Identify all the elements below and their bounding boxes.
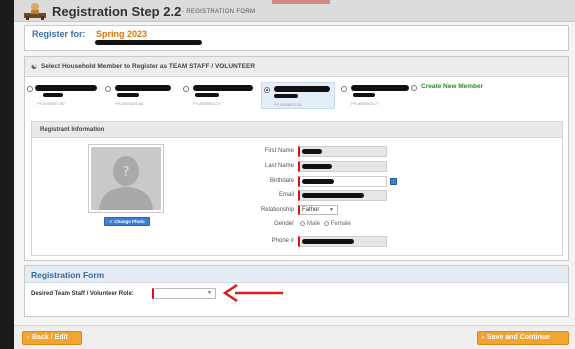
redacted-birthdate — [302, 179, 334, 184]
chevron-down-icon: ▼ — [207, 290, 212, 296]
redacted-member-name-2 — [274, 94, 298, 98]
relationship-label: Relationship — [260, 207, 294, 213]
household-panel: ☯ Select Household Member to Register as… — [24, 56, 569, 261]
birthdate-row: Birthdate — [32, 176, 562, 188]
registration-form-title: Registration Form — [31, 270, 105, 280]
registrant-info-panel: Registrant Information ? ✓ Change Photo … — [31, 121, 563, 256]
gender-male-label: Male — [307, 221, 321, 228]
member-radio[interactable] — [105, 86, 111, 92]
member-radio[interactable] — [341, 86, 347, 92]
phone-label: Phone # — [271, 238, 294, 244]
page-subtitle: - REGISTRATION FORM — [182, 9, 256, 15]
phone-field[interactable] — [298, 236, 387, 247]
gender-options: Male Female — [298, 221, 351, 227]
registration-form-header: Registration Form — [25, 266, 568, 283]
redacted-member-name — [35, 85, 97, 91]
member-id: PY-8059823-30 — [274, 102, 302, 107]
member-option[interactable]: PH-8059325-82 — [103, 82, 179, 109]
first-name-row: First Name — [32, 146, 562, 158]
member-id: PH-8059823-77 — [351, 101, 380, 106]
birthdate-field[interactable] — [298, 176, 387, 187]
last-name-field[interactable] — [298, 161, 387, 172]
red-arrow-annotation — [222, 283, 283, 303]
register-for-label: Register for: — [32, 29, 86, 39]
redacted-member-name-2 — [195, 93, 219, 97]
redacted-program-name — [95, 40, 202, 45]
title-tab-accent — [272, 0, 330, 4]
member-option[interactable]: PY-8059823-27 — [181, 82, 257, 109]
desk-user-icon — [24, 3, 46, 20]
title-bar: Registration Step 2.2 - REGISTRATION FOR… — [14, 0, 575, 22]
calendar-icon[interactable] — [390, 178, 397, 185]
register-for-panel: Register for: Spring 2023 — [24, 25, 569, 51]
relationship-select[interactable]: Father ▼ — [298, 205, 338, 215]
member-option-selected[interactable]: PY-8059823-30 — [261, 82, 335, 109]
season-name: Spring 2023 — [96, 29, 148, 39]
member-id: PY-8059823-27 — [193, 101, 221, 106]
redacted-member-name — [115, 85, 171, 91]
member-radio-selected[interactable] — [264, 87, 270, 93]
back-edit-button[interactable]: ‹ Back / Edit — [22, 331, 82, 345]
role-label: Desired Team Staff / Volunteer Role: — [31, 291, 134, 297]
birthdate-label: Birthdate — [269, 178, 294, 184]
member-option[interactable]: PY-8059047-80 — [25, 82, 101, 109]
redacted-first-name — [302, 149, 322, 154]
redacted-email — [302, 193, 364, 198]
chevron-left-icon: ‹ — [27, 335, 29, 341]
last-name-label: Last Name — [264, 163, 294, 169]
first-name-field[interactable] — [298, 146, 387, 157]
chevron-down-icon: ▼ — [329, 207, 334, 213]
first-name-label: First Name — [264, 148, 294, 154]
household-title: Select Household Member to Register as T… — [41, 63, 256, 70]
redacted-member-name-2 — [353, 93, 375, 97]
last-name-row: Last Name — [32, 161, 562, 173]
page-title: Registration Step 2.2 — [52, 4, 182, 19]
registrant-info-title: Registrant Information — [40, 127, 105, 133]
save-continue-button[interactable]: › Save and Continue — [477, 331, 569, 345]
chevron-right-icon: › — [482, 335, 484, 341]
registration-form-panel: Registration Form Desired Team Staff / V… — [24, 265, 569, 317]
redacted-member-name — [274, 86, 330, 92]
users-icon: ☯ — [31, 64, 38, 71]
email-field[interactable] — [298, 190, 387, 201]
relationship-row: Relationship Father ▼ — [32, 205, 562, 217]
gender-female-label: Female — [330, 221, 351, 228]
member-radio[interactable] — [183, 86, 189, 92]
relationship-value: Father — [302, 207, 320, 213]
member-option[interactable]: PH-8059823-77 — [339, 82, 415, 109]
email-row: Email — [32, 190, 562, 202]
redacted-member-name — [351, 85, 409, 91]
member-id: PH-8059325-82 — [115, 101, 144, 106]
redacted-member-name-2 — [43, 93, 63, 97]
member-radio[interactable] — [27, 86, 33, 92]
bottom-action-bar: ‹ Back / Edit › Save and Continue — [14, 325, 575, 349]
email-label: Email — [278, 192, 294, 198]
gender-row: Gender Male Female — [32, 219, 562, 231]
gender-label: Gender — [273, 221, 294, 227]
redacted-last-name — [302, 164, 332, 169]
member-id: PY-8059047-80 — [37, 101, 65, 106]
redacted-member-name-2 — [117, 93, 139, 97]
create-new-radio[interactable] — [411, 85, 417, 91]
redacted-member-name — [193, 85, 253, 91]
household-header: ☯ Select Household Member to Register as… — [25, 57, 568, 77]
redacted-phone — [302, 239, 354, 244]
create-new-member-link[interactable]: Create New Member — [421, 83, 483, 90]
phone-row: Phone # — [32, 236, 562, 248]
registrant-info-header: Registrant Information — [32, 122, 562, 138]
gender-female-radio[interactable] — [323, 221, 329, 226]
role-select[interactable]: ▼ — [152, 288, 216, 299]
registration-page: Registration Step 2.2 - REGISTRATION FOR… — [14, 0, 575, 349]
gender-male-radio[interactable] — [300, 221, 305, 226]
